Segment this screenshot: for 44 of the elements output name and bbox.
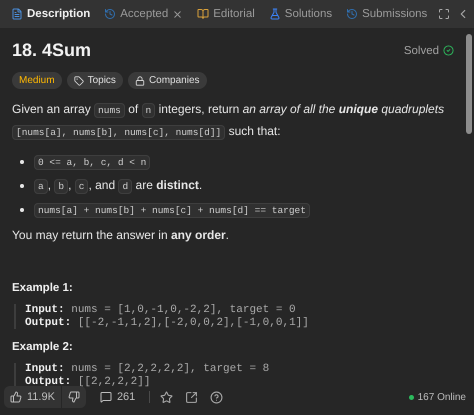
- close-icon[interactable]: [172, 8, 184, 20]
- tab[interactable]: Solutions: [264, 3, 338, 25]
- example-line: Input: nums = [2,2,2,2,2], target = 8: [25, 363, 270, 375]
- example-line: Input: nums = [1,0,-1,0,-2,2], target = 0: [25, 304, 297, 316]
- condition-text: a , b , c , and d are distinct.: [34, 175, 202, 197]
- example-title: Example 1:: [12, 282, 74, 294]
- comments-button[interactable]: 261: [94, 386, 142, 408]
- bullet-icon: [20, 208, 24, 212]
- example-line: Output: [[2,2,2,2]]: [25, 376, 152, 388]
- star-button[interactable]: [158, 388, 176, 406]
- tag-button[interactable]: Topics: [66, 72, 123, 89]
- lock-icon: [134, 76, 145, 86]
- problem-description: Given an array nums of n integers, return an array of all the unique quadruplets [nums[a], nums[b], nums[c], nums[d]] such that:: [12, 101, 446, 142]
- online-count: 167 Online: [408, 392, 466, 402]
- tab[interactable]: Submissions: [341, 3, 432, 25]
- book-icon: [197, 8, 210, 20]
- help-icon: [210, 390, 224, 404]
- flask-icon: [268, 8, 281, 20]
- history-icon: [346, 8, 358, 20]
- check-icon: [443, 45, 454, 56]
- note-text: You may return the answer in any order.: [12, 227, 230, 244]
- scrollbar-thumb[interactable]: [466, 34, 472, 134]
- example-line: Output: [[-2,-1,1,2],[-2,0,0,2],[-1,0,0,1]]: [25, 317, 310, 329]
- history-icon: [104, 8, 116, 20]
- fullscreen-icon: [438, 8, 450, 20]
- example-title: Example 2:: [12, 341, 74, 353]
- help-button[interactable]: [208, 388, 226, 406]
- star-icon: [160, 390, 174, 404]
- solved-status: Solved: [404, 44, 454, 56]
- bullet-icon: [20, 160, 24, 164]
- difficulty-tag: Medium: [12, 72, 62, 89]
- bullet-icon: [20, 184, 24, 188]
- thumbs-up-icon: [10, 391, 22, 403]
- tag-button[interactable]: Companies: [128, 72, 207, 89]
- tab[interactable]: Description: [6, 3, 96, 25]
- tab[interactable]: Editorial: [192, 3, 260, 25]
- comment-icon: [100, 391, 112, 403]
- problem-title: 18. 4Sum: [12, 40, 92, 61]
- tab[interactable]: Accepted: [99, 3, 188, 25]
- thumbs-down-icon: [68, 391, 80, 403]
- document-icon: [11, 8, 23, 20]
- status-dot-icon: [408, 394, 414, 400]
- share-icon: [185, 390, 198, 404]
- tag-icon: [74, 76, 84, 86]
